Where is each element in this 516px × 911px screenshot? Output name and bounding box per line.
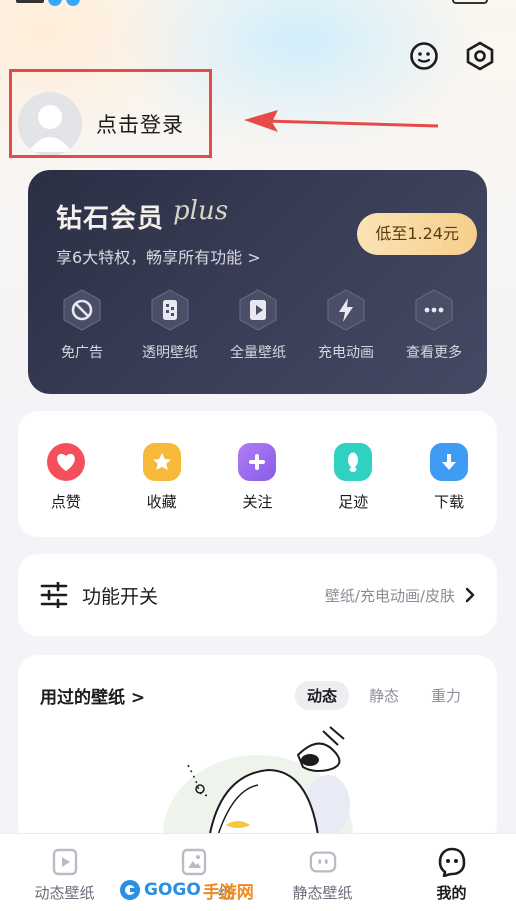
download-icon: [430, 443, 469, 481]
vip-title: 钻石会员: [56, 204, 165, 234]
status-bar: [16, 0, 80, 6]
bottom-tab-bar: 动态壁纸 纸 静态壁纸 我的: [0, 833, 516, 911]
quick-item-label: 点赞: [50, 493, 81, 511]
quick-item-favorite[interactable]: 收藏: [127, 443, 197, 512]
sliders-icon: [40, 582, 68, 608]
annotation-arrow-icon: [244, 110, 439, 132]
plus-icon: [238, 443, 277, 481]
tab-gravity[interactable]: 重力: [419, 681, 473, 710]
tab-static-wallpaper[interactable]: 静态壁纸: [263, 834, 383, 903]
vip-feature-transparent[interactable]: 透明壁纸: [126, 288, 214, 362]
no-ads-icon: [60, 288, 104, 332]
price-badge-button[interactable]: 低至1.24元: [357, 213, 477, 255]
quick-item-follow[interactable]: 关注: [222, 443, 292, 512]
used-wallpapers-tabs: 动态 静态 重力: [294, 681, 473, 710]
tab-label: 静态壁纸: [292, 884, 353, 902]
settings-icon[interactable]: [464, 40, 496, 72]
used-wallpapers-title[interactable]: 用过的壁纸 >: [40, 683, 145, 708]
image-icon: [180, 848, 208, 876]
function-switch-subtitle: 壁纸/充电动画/皮肤: [324, 586, 455, 605]
tab-label: 动态壁纸: [34, 884, 95, 902]
watermark-icon: [120, 880, 140, 900]
footprint-icon: [334, 443, 373, 481]
quick-item-label: 足迹: [338, 493, 369, 511]
tab-mine[interactable]: 我的: [392, 834, 512, 903]
used-wallpapers-card: 用过的壁纸 > 动态 静态 重力: [18, 655, 497, 845]
vip-card[interactable]: 钻石会员 plus 享6大特权，畅享所有功能 > 低至1.24元 免广告 透明壁…: [28, 170, 487, 394]
tab-dynamic-wallpaper[interactable]: 动态壁纸: [5, 834, 125, 903]
annotation-highlight-box: [9, 69, 212, 158]
vip-feature-label: 充电动画: [318, 345, 374, 361]
tab-dynamic[interactable]: 动态: [294, 681, 349, 710]
vip-feature-label: 全量壁纸: [230, 345, 286, 361]
heart-icon: [46, 443, 85, 481]
customer-service-icon[interactable]: [408, 40, 440, 72]
tab-static[interactable]: 静态: [357, 681, 411, 710]
notification-icon: [66, 0, 80, 6]
watermark-logo: GOGO 手游网: [118, 877, 254, 903]
vip-feature-label: 查看更多: [406, 345, 462, 361]
clock-fragment: [16, 0, 44, 3]
vip-feature-no-ads[interactable]: 免广告: [38, 288, 126, 362]
watermark-suffix: 手游网: [202, 882, 254, 903]
quick-item-download[interactable]: 下载: [414, 443, 484, 512]
more-icon: [412, 288, 456, 332]
quick-item-label: 关注: [242, 493, 273, 511]
star-icon: [142, 443, 181, 481]
charging-icon: [324, 288, 368, 332]
empty-state-illustration: [163, 726, 353, 845]
vip-feature-charging[interactable]: 充电动画: [302, 288, 390, 362]
vip-features: 免广告 透明壁纸 全量壁纸 充电动画 查看更多: [38, 288, 478, 362]
all-wallpaper-icon: [236, 288, 280, 332]
vip-plus-label: plus: [173, 196, 229, 226]
video-play-icon: [51, 848, 79, 876]
watermark-prefix: GOGO: [144, 880, 201, 900]
chevron-right-icon: [465, 587, 475, 603]
transparent-wallpaper-icon: [148, 288, 192, 332]
vip-feature-more[interactable]: 查看更多: [390, 288, 478, 362]
tab-label: 我的: [436, 884, 467, 902]
battery-icon: [452, 0, 488, 4]
quick-actions-card: 点赞 收藏 关注 足迹 下载: [18, 411, 497, 537]
vip-feature-label: 透明壁纸: [142, 345, 198, 361]
vip-feature-all-wallpaper[interactable]: 全量壁纸: [214, 288, 302, 362]
profile-face-icon: [438, 847, 466, 877]
quick-item-label: 收藏: [146, 493, 177, 511]
notification-icon: [48, 0, 62, 6]
vip-feature-label: 免广告: [61, 345, 103, 361]
quick-item-like[interactable]: 点赞: [31, 443, 101, 512]
quick-item-history[interactable]: 足迹: [318, 443, 388, 512]
function-switch-title: 功能开关: [82, 585, 159, 608]
static-face-icon: [309, 848, 337, 876]
function-switch-row[interactable]: 功能开关 壁纸/充电动画/皮肤: [18, 554, 497, 636]
quick-item-label: 下载: [434, 493, 465, 511]
vip-subtitle[interactable]: 享6大特权，畅享所有功能 >: [56, 244, 261, 268]
